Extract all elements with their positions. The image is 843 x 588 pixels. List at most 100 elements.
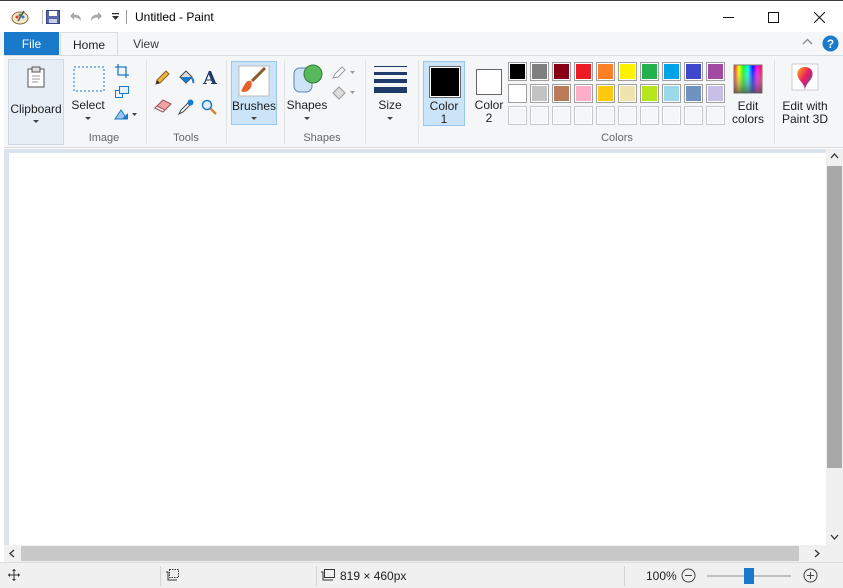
color-swatch[interactable] <box>662 106 681 125</box>
zoom-in-icon[interactable] <box>803 568 818 583</box>
color-swatch[interactable] <box>508 106 527 125</box>
tab-file[interactable]: File <box>4 32 59 56</box>
color1-button[interactable]: Color 1 <box>423 61 465 126</box>
maximize-button[interactable] <box>750 1 796 33</box>
zoom-slider-thumb[interactable] <box>744 568 754 584</box>
fill-bucket-icon[interactable] <box>177 69 195 86</box>
scroll-down-icon[interactable] <box>830 534 839 540</box>
vertical-scroll-thumb[interactable] <box>827 166 842 468</box>
redo-icon[interactable] <box>88 8 106 26</box>
color-swatch-fill <box>510 64 525 79</box>
color-swatch[interactable] <box>662 62 681 81</box>
color-swatch[interactable] <box>508 62 527 81</box>
color-swatch[interactable] <box>684 84 703 103</box>
color-swatch[interactable] <box>552 62 571 81</box>
resize-icon[interactable] <box>115 86 129 98</box>
select-label[interactable]: Select <box>68 99 108 112</box>
color-swatch[interactable] <box>618 62 637 81</box>
color-swatch[interactable] <box>574 62 593 81</box>
color-swatch[interactable] <box>640 106 659 125</box>
shapes-label[interactable]: Shapes <box>284 99 330 112</box>
select-rectangle-icon[interactable] <box>73 66 105 92</box>
vertical-scrollbar[interactable] <box>826 149 843 545</box>
rotate-icon[interactable] <box>114 108 138 120</box>
scroll-right-icon[interactable] <box>814 549 820 558</box>
paint-app-icon[interactable] <box>10 8 30 26</box>
color-swatch-fill <box>576 108 591 123</box>
color-swatch[interactable] <box>618 106 637 125</box>
color-swatch-fill <box>554 64 569 79</box>
color-swatch-fill <box>664 64 679 79</box>
collapse-ribbon-icon[interactable] <box>802 38 813 46</box>
color-swatch[interactable] <box>574 84 593 103</box>
save-icon[interactable] <box>44 8 62 26</box>
color-swatch[interactable] <box>706 62 725 81</box>
close-button[interactable] <box>796 1 842 33</box>
svg-text:A: A <box>202 68 218 86</box>
canvas-size-icon <box>321 569 335 581</box>
magnifier-icon[interactable] <box>201 99 217 115</box>
color-swatch[interactable] <box>552 84 571 103</box>
customize-qa-icon[interactable] <box>109 8 121 26</box>
chevron-down-icon <box>33 120 39 123</box>
pencil-icon[interactable] <box>154 70 170 86</box>
color-swatch-fill <box>576 64 591 79</box>
scroll-left-icon[interactable] <box>9 549 15 558</box>
help-icon[interactable]: ? <box>822 35 839 52</box>
color-swatch[interactable] <box>684 62 703 81</box>
fill-icon[interactable] <box>331 86 357 100</box>
color-swatch[interactable] <box>596 62 615 81</box>
color2-label-2: 2 <box>485 111 493 125</box>
size-label[interactable]: Size <box>368 99 412 112</box>
scrollbar-corner <box>826 545 843 562</box>
group-separator <box>146 60 147 144</box>
color-swatch[interactable] <box>596 84 615 103</box>
color-swatch[interactable] <box>508 84 527 103</box>
tab-home[interactable]: Home <box>60 32 118 56</box>
color-swatch[interactable] <box>530 106 549 125</box>
color-swatch[interactable] <box>640 84 659 103</box>
color-picker-icon[interactable] <box>178 99 194 115</box>
colors-group-label: Colors <box>601 132 633 144</box>
color-swatch[interactable] <box>530 84 549 103</box>
horizontal-scrollbar[interactable] <box>4 545 826 562</box>
color-swatch[interactable] <box>618 84 637 103</box>
size-icon[interactable] <box>374 65 407 93</box>
color-swatch[interactable] <box>552 106 571 125</box>
color-swatch-fill <box>664 108 679 123</box>
color-swatch[interactable] <box>530 62 549 81</box>
edit-colors-button[interactable]: Edit colors <box>729 62 769 128</box>
tab-view[interactable]: View <box>120 32 172 56</box>
color-swatch-fill <box>642 108 657 123</box>
color-swatch-fill <box>620 86 635 101</box>
scroll-up-icon[interactable] <box>830 153 839 159</box>
drawing-canvas[interactable] <box>9 153 826 545</box>
color-swatch[interactable] <box>640 62 659 81</box>
color-swatch[interactable] <box>574 106 593 125</box>
edit-with-paint3d-button[interactable]: Edit with Paint 3D <box>778 62 832 128</box>
status-bar: 819 × 460px 100% <box>0 562 843 588</box>
outline-icon[interactable] <box>331 66 357 80</box>
horizontal-scroll-thumb[interactable] <box>21 546 799 561</box>
brushes-button[interactable]: Brushes <box>231 61 277 125</box>
color2-button[interactable]: Color 2 <box>469 65 511 130</box>
clipboard-label: Clipboard <box>10 102 62 116</box>
text-icon[interactable]: A <box>202 68 218 86</box>
eraser-icon[interactable] <box>154 99 172 113</box>
color-swatch[interactable] <box>684 106 703 125</box>
tools-group-label: Tools <box>173 132 199 144</box>
title-bar: Untitled - Paint <box>0 0 843 32</box>
color-swatch[interactable] <box>596 106 615 125</box>
minimize-button[interactable] <box>705 1 751 33</box>
color-swatch-fill <box>686 64 701 79</box>
color-swatch[interactable] <box>662 84 681 103</box>
color-swatch[interactable] <box>706 84 725 103</box>
clipboard-button[interactable]: Clipboard <box>8 59 64 145</box>
canvas-size-text: 819 × 460px <box>340 569 407 583</box>
crop-icon[interactable] <box>115 64 129 78</box>
brushes-label: Brushes <box>232 99 277 113</box>
shapes-icon[interactable] <box>291 63 323 95</box>
zoom-out-icon[interactable] <box>681 568 696 583</box>
undo-icon[interactable] <box>66 8 84 26</box>
color-swatch[interactable] <box>706 106 725 125</box>
